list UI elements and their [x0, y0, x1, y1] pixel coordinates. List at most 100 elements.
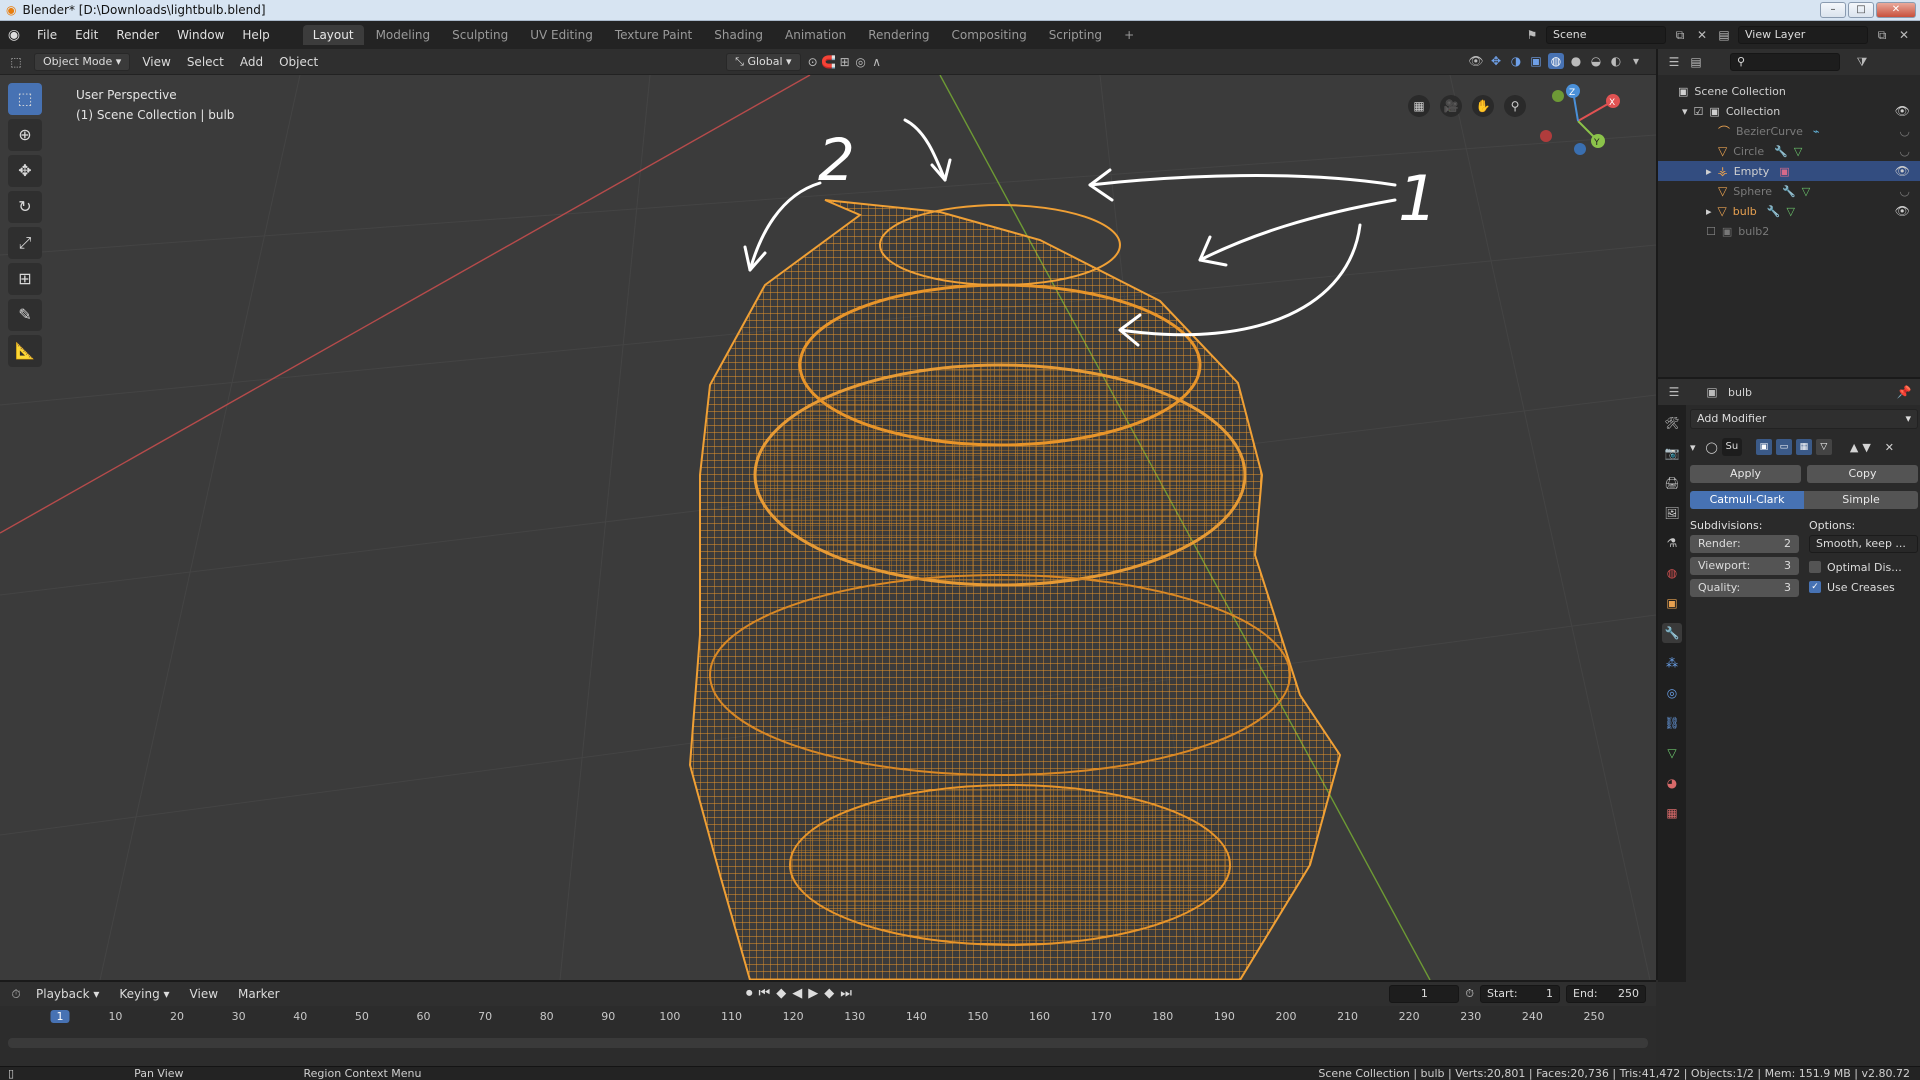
rotate-tool-icon[interactable]: ↻ [8, 191, 42, 223]
editor-type-icon[interactable]: ⬚ [8, 54, 24, 70]
delete-scene-icon[interactable]: ✕ [1694, 27, 1710, 43]
scene-tab-icon[interactable]: ⚗ [1662, 533, 1682, 553]
menu-keying[interactable]: Keying ▾ [111, 987, 177, 1001]
menu-edit[interactable]: Edit [66, 28, 107, 42]
realtime-toggle-icon[interactable]: ▭ [1775, 439, 1792, 455]
solid-shading-icon[interactable]: ● [1568, 53, 1584, 69]
menu-playback[interactable]: Playback ▾ [28, 987, 107, 1001]
jump-start-icon[interactable]: ⏮ [759, 986, 771, 1001]
tab-sculpting[interactable]: Sculpting [442, 25, 518, 45]
annotate-tool-icon[interactable]: ✎ [8, 299, 42, 331]
tool-tab-icon[interactable]: 🛠 [1662, 413, 1682, 433]
physics-tab-icon[interactable]: ◎ [1662, 683, 1682, 703]
menu-marker[interactable]: Marker [230, 987, 287, 1001]
next-keyframe-icon[interactable]: ◆ [824, 986, 834, 1001]
data-tab-icon[interactable]: ▽ [1662, 743, 1682, 763]
apply-button[interactable]: Apply [1690, 465, 1801, 483]
material-shading-icon[interactable]: ◒ [1588, 53, 1604, 69]
world-tab-icon[interactable]: ◍ [1662, 563, 1682, 583]
timeline-editor-icon[interactable]: ⏱ [8, 986, 24, 1002]
play-reverse-icon[interactable]: ◀ [792, 986, 802, 1001]
menu-window[interactable]: Window [168, 28, 233, 42]
remove-modifier-icon[interactable]: ✕ [1885, 441, 1894, 454]
gizmo-toggle-icon[interactable]: ✥ [1488, 53, 1504, 69]
object-tab-icon[interactable]: ▣ [1662, 593, 1682, 613]
prev-keyframe-icon[interactable]: ◆ [776, 986, 786, 1001]
outliner-search-input[interactable]: ⚲ [1730, 53, 1840, 71]
tab-shading[interactable]: Shading [704, 25, 773, 45]
menu-help[interactable]: Help [233, 28, 278, 42]
transform-tool-icon[interactable]: ⊞ [8, 263, 42, 295]
select-box-tool-icon[interactable]: ⬚ [8, 83, 42, 115]
tab-scripting[interactable]: Scripting [1039, 25, 1112, 45]
outliner-item-bulb[interactable]: ▸ ▽ bulb 🔧 ▽ 👁 [1658, 201, 1920, 221]
new-view-layer-icon[interactable]: ⧉ [1874, 27, 1890, 43]
close-button[interactable]: ✕ [1876, 2, 1916, 18]
modifier-name-field[interactable]: Su [1721, 438, 1742, 456]
jump-end-icon[interactable]: ⏭ [840, 986, 852, 1001]
catmull-clark-button[interactable]: Catmull-Clark [1690, 491, 1804, 509]
outliner-item-empty[interactable]: ▸ ⚶ Empty ▣ 👁 [1658, 161, 1920, 181]
menu-select[interactable]: Select [179, 55, 232, 69]
scene-selector[interactable]: Scene [1546, 26, 1666, 44]
outliner-item-beziercurve[interactable]: ⌒ BezierCurve ⌁ ◡ [1658, 121, 1920, 141]
viewport-levels-field[interactable]: Viewport: 3 [1690, 557, 1799, 575]
falloff-icon[interactable]: ∧ [869, 54, 885, 70]
outliner-item-sphere[interactable]: ▽ Sphere 🔧 ▽ ◡ [1658, 181, 1920, 201]
move-tool-icon[interactable]: ✥ [8, 155, 42, 187]
eye-hidden-icon[interactable]: ◡ [1900, 124, 1910, 138]
proportional-edit-icon[interactable]: ◎ [853, 54, 869, 70]
gizmo-neg-z-icon[interactable] [1574, 143, 1586, 155]
expand-icon[interactable]: ▸ [1706, 165, 1712, 178]
wireframe-shading-icon[interactable]: ◍ [1548, 53, 1564, 69]
menu-file[interactable]: File [28, 28, 66, 42]
copy-button[interactable]: Copy [1807, 465, 1918, 483]
blender-menu-icon[interactable]: ◉ [0, 21, 28, 49]
timeline-scrollbar[interactable] [8, 1038, 1648, 1048]
tab-modeling[interactable]: Modeling [366, 25, 441, 45]
gizmo-neg-x-icon[interactable] [1540, 130, 1552, 142]
current-frame-marker[interactable]: 1 [50, 1010, 70, 1023]
use-creases-checkbox[interactable]: ✓ Use Creases [1809, 577, 1918, 597]
measure-tool-icon[interactable]: 📐 [8, 335, 42, 367]
menu-timeline-view[interactable]: View [182, 987, 226, 1001]
render-levels-field[interactable]: Render: 2 [1690, 535, 1799, 553]
cursor-tool-icon[interactable]: ⊕ [8, 119, 42, 151]
render-tab-icon[interactable]: 📷 [1662, 443, 1682, 463]
pan-hand-icon[interactable]: ✋ [1472, 95, 1494, 117]
stopwatch-icon[interactable]: ⏱ [1465, 987, 1474, 1001]
filter-icon[interactable]: ⧩ [1854, 54, 1870, 70]
menu-add[interactable]: Add [232, 55, 271, 69]
visibility-icon[interactable]: 👁 [1468, 53, 1484, 69]
new-scene-icon[interactable]: ⧉ [1672, 27, 1688, 43]
tab-texture-paint[interactable]: Texture Paint [605, 25, 702, 45]
cage-toggle-icon[interactable]: ▽ [1815, 439, 1832, 455]
overlay-toggle-icon[interactable]: ◑ [1508, 53, 1524, 69]
constraints-tab-icon[interactable]: ⛓ [1662, 713, 1682, 733]
eye-icon[interactable]: 👁 [1895, 104, 1910, 118]
menu-object[interactable]: Object [271, 55, 326, 69]
snap-icon[interactable]: 🧲 [821, 54, 837, 70]
navigation-gizmo[interactable]: X Y Z [1518, 81, 1638, 161]
render-toggle-icon[interactable]: ▦ [1795, 439, 1812, 455]
texture-tab-icon[interactable]: ▦ [1662, 803, 1682, 823]
tab-rendering[interactable]: Rendering [858, 25, 939, 45]
xray-toggle-icon[interactable]: ▣ [1528, 53, 1544, 69]
shading-options-icon[interactable]: ▾ [1628, 53, 1644, 69]
tab-layout[interactable]: Layout [302, 25, 364, 45]
scene-icon[interactable]: ⚑ [1524, 27, 1540, 43]
view-layer-icon[interactable]: ▤ [1716, 27, 1732, 43]
tab-animation[interactable]: Animation [775, 25, 856, 45]
start-frame-field[interactable]: Start: 1 [1480, 985, 1560, 1003]
modifier-tab-icon[interactable]: 🔧 [1662, 623, 1682, 643]
end-frame-field[interactable]: End: 250 [1566, 985, 1646, 1003]
properties-editor-icon[interactable]: ☰ [1666, 384, 1682, 400]
uv-smooth-dropdown[interactable]: Smooth, keep ... [1809, 535, 1918, 553]
record-icon[interactable]: ⏺ [746, 986, 753, 1001]
snap-target-icon[interactable]: ⊞ [837, 54, 853, 70]
transform-orientation-selector[interactable]: ⤡ Global ▾ [726, 52, 801, 71]
optimal-display-checkbox[interactable]: Optimal Dis... [1809, 557, 1918, 577]
play-icon[interactable]: ▶ [808, 986, 818, 1001]
tab-compositing[interactable]: Compositing [941, 25, 1036, 45]
minimize-button[interactable]: – [1820, 2, 1846, 18]
